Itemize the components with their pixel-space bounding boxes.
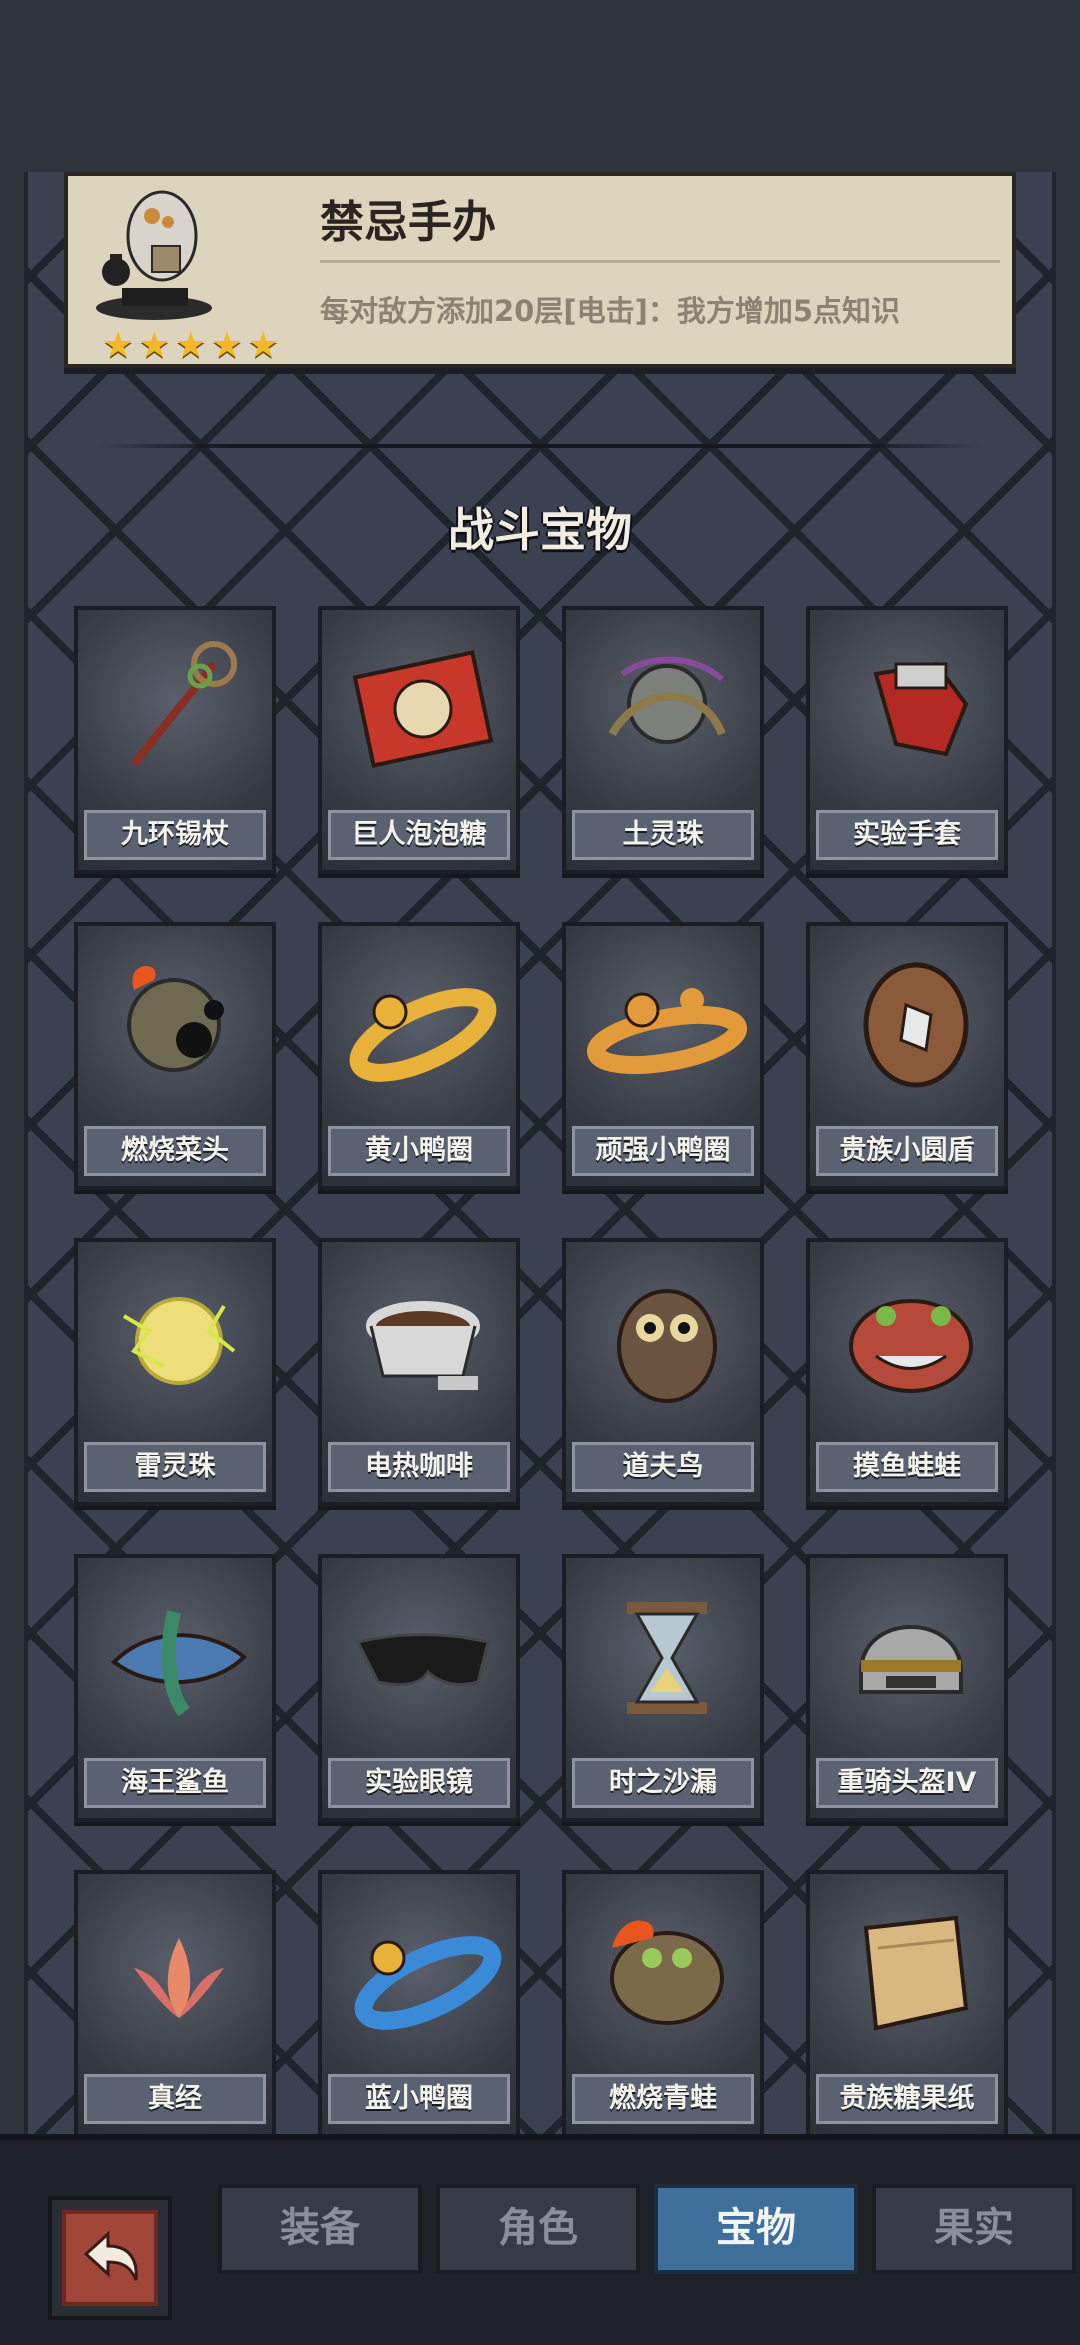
treasure-item-label: 实验手套	[816, 810, 998, 860]
thunder-orb-icon	[122, 1297, 236, 1385]
treasure-item-label: 燃烧青蛙	[572, 2074, 754, 2124]
treasure-item[interactable]: 实验手套	[806, 606, 1008, 874]
treasure-item-label: 巨人泡泡糖	[328, 810, 510, 860]
hourglass-icon	[627, 1602, 707, 1714]
gum-box-icon	[352, 650, 494, 768]
top-status-area	[0, 0, 1080, 170]
treasure-item[interactable]: 实验眼镜	[318, 1554, 520, 1822]
treasure-item-label: 贵族小圆盾	[816, 1126, 998, 1176]
treasure-item-label: 九环锡杖	[84, 810, 266, 860]
treasure-item-label: 黄小鸭圈	[328, 1126, 510, 1176]
tab-equipment[interactable]: 装备	[218, 2184, 422, 2274]
treasure-item-label: 时之沙漏	[572, 1758, 754, 1808]
section-title: 战斗宝物	[448, 503, 632, 557]
treasure-item-label: 摸鱼蛙蛙	[816, 1442, 998, 1492]
star-icon: ★	[102, 325, 135, 366]
treasure-item-label: 海王鲨鱼	[84, 1758, 266, 1808]
staff-icon	[130, 641, 237, 767]
glove-icon	[873, 661, 969, 757]
section-divider	[96, 444, 984, 448]
treasure-item-label: 蓝小鸭圈	[328, 2074, 510, 2124]
treasure-item[interactable]: 燃烧菜头	[74, 922, 276, 1190]
treasure-item-label: 电热咖啡	[328, 1442, 510, 1492]
shark-icon	[110, 1610, 247, 1717]
treasure-item[interactable]: 时之沙漏	[562, 1554, 764, 1822]
round-shield-icon	[863, 962, 969, 1088]
treasure-item[interactable]: 电热咖啡	[318, 1238, 520, 1506]
treasure-item[interactable]: 贵族糖果纸	[806, 1870, 1008, 2138]
figurine-icon	[92, 176, 222, 324]
treasure-item[interactable]: 蓝小鸭圈	[318, 1870, 520, 2138]
treasure-item[interactable]: 海王鲨鱼	[74, 1554, 276, 1822]
earth-orb-icon	[608, 656, 726, 744]
lotus-icon	[134, 1938, 224, 2018]
owl-bird-icon	[617, 1289, 717, 1403]
treasure-item-label: 雷灵珠	[84, 1442, 266, 1492]
goggles-icon	[355, 1633, 490, 1686]
strong-duck-ring-icon	[586, 988, 748, 1075]
yellow-duck-ring-icon	[349, 988, 497, 1082]
star-rating: ★ ★ ★ ★ ★	[102, 328, 279, 364]
treasure-item[interactable]: 重骑头盔IV	[806, 1554, 1008, 1822]
treasure-item-label: 重骑头盔IV	[816, 1758, 998, 1808]
back-button[interactable]	[48, 2196, 172, 2320]
tab-characters[interactable]: 角色	[436, 2184, 640, 2274]
treasure-item[interactable]: 黄小鸭圈	[318, 922, 520, 1190]
star-icon: ★	[247, 325, 280, 366]
card-divider	[320, 260, 1000, 263]
frog-icon	[849, 1299, 973, 1393]
candy-wrapper-icon	[863, 1915, 969, 2031]
featured-treasure-card[interactable]: 禁忌手办 每对敌方添加20层[电击]：我方增加5点知识 ★ ★ ★ ★ ★	[64, 172, 1016, 368]
blue-duck-ring-icon	[354, 1936, 502, 2030]
featured-title: 禁忌手办	[320, 197, 496, 248]
treasure-item-label: 真经	[84, 2074, 266, 2124]
helmet-icon	[859, 1625, 963, 1694]
treasure-item[interactable]: 道夫鸟	[562, 1238, 764, 1506]
back-arrow-icon	[62, 2210, 158, 2306]
tab-treasures[interactable]: 宝物	[654, 2184, 858, 2274]
star-icon: ★	[174, 325, 207, 366]
treasure-item[interactable]: 土灵珠	[562, 606, 764, 874]
treasure-item[interactable]: 真经	[74, 1870, 276, 2138]
treasure-item-label: 道夫鸟	[572, 1442, 754, 1492]
tab-fruits[interactable]: 果实	[872, 2184, 1076, 2274]
treasure-item-label: 燃烧菜头	[84, 1126, 266, 1176]
burning-frog-icon	[610, 1920, 724, 2025]
featured-description: 每对敌方添加20层[电击]：我方增加5点知识	[320, 294, 901, 328]
treasure-item[interactable]: 九环锡杖	[74, 606, 276, 874]
treasure-item[interactable]: 雷灵珠	[74, 1238, 276, 1506]
treasure-item[interactable]: 贵族小圆盾	[806, 922, 1008, 1190]
treasure-item-label: 实验眼镜	[328, 1758, 510, 1808]
star-icon: ★	[138, 325, 171, 366]
star-icon: ★	[210, 325, 244, 366]
treasure-item-label: 土灵珠	[572, 810, 754, 860]
treasure-item[interactable]: 燃烧青蛙	[562, 1870, 764, 2138]
treasure-item[interactable]: 顽强小鸭圈	[562, 922, 764, 1190]
treasure-item-label: 贵族糖果纸	[816, 2074, 998, 2124]
burning-bomb-icon	[127, 966, 224, 1072]
treasure-item[interactable]: 摸鱼蛙蛙	[806, 1238, 1008, 1506]
coffee-cup-icon	[366, 1301, 480, 1390]
treasure-item-label: 顽强小鸭圈	[572, 1126, 754, 1176]
treasure-item[interactable]: 巨人泡泡糖	[318, 606, 520, 874]
